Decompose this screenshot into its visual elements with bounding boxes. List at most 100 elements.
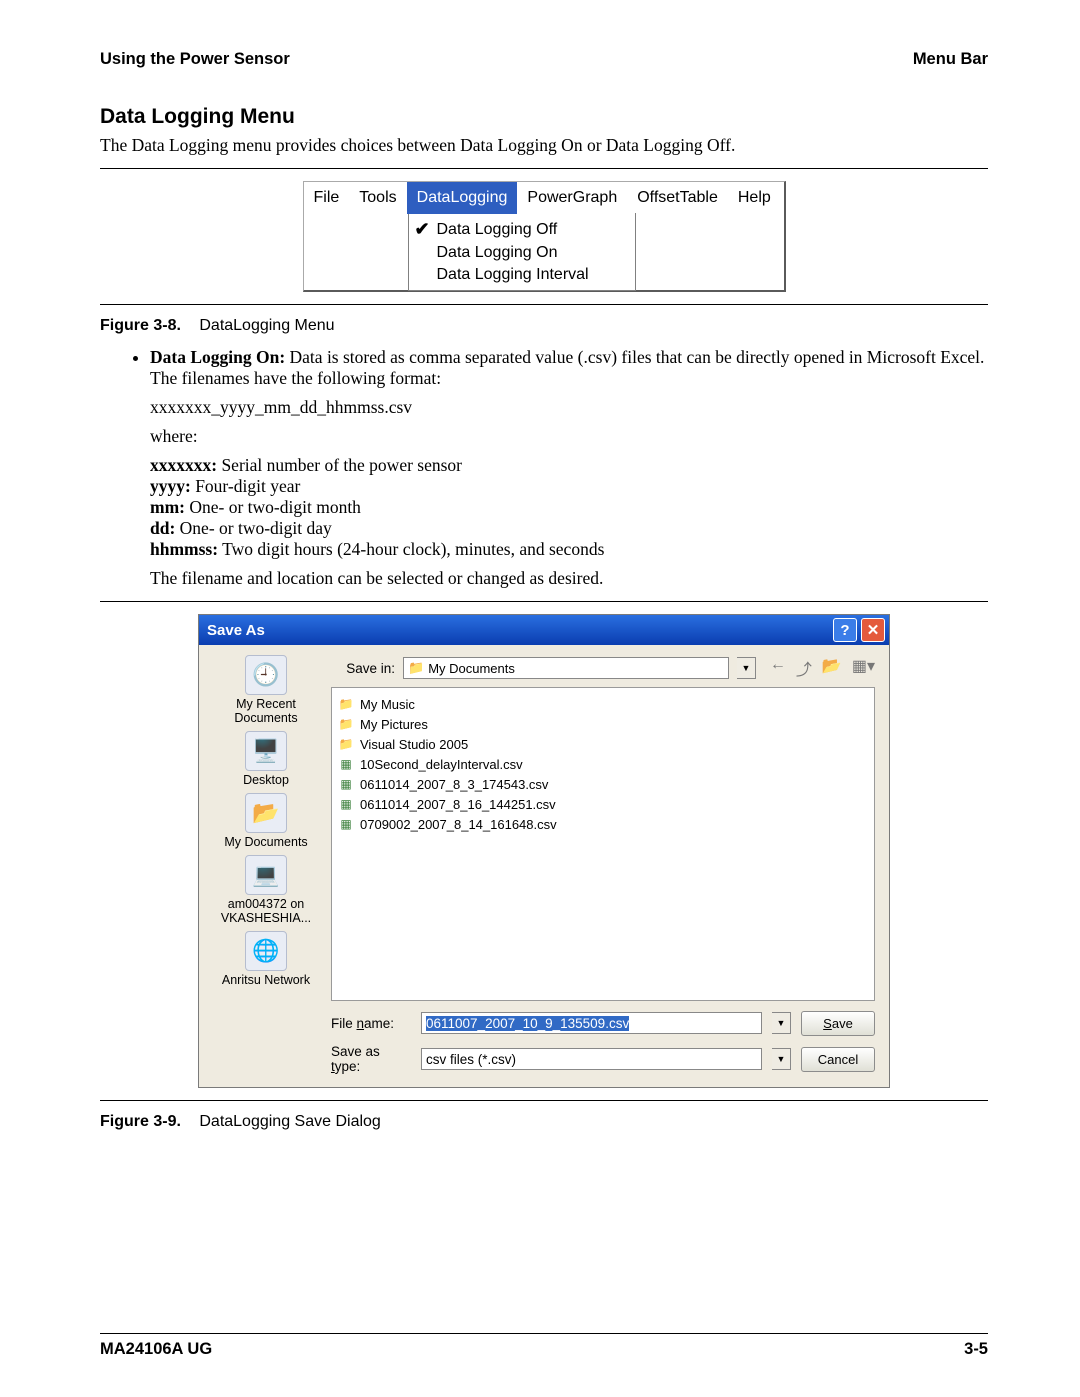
field-val: One- or two-digit month xyxy=(185,497,361,517)
datalogging-menu-figure: FileToolsDataLoggingPowerGraphOffsetTabl… xyxy=(303,181,786,292)
figure-label: Figure 3-8. xyxy=(100,317,181,334)
menu-powergraph[interactable]: PowerGraph xyxy=(517,182,627,214)
menu-item-label: Data Logging On xyxy=(437,244,558,262)
check-icon: ✔ xyxy=(415,219,437,240)
filename-input[interactable]: 0611007_2007_10_9_135509.csv xyxy=(421,1012,762,1034)
menu-item-data-logging-on[interactable]: Data Logging On xyxy=(409,242,635,264)
figure-caption-2: Figure 3-9. DataLogging Save Dialog xyxy=(100,1113,988,1131)
where-label: where: xyxy=(150,426,988,447)
newfolder-icon[interactable]: 📂 xyxy=(822,656,842,680)
file-icon: ▦ xyxy=(338,816,354,832)
place-am004372-on-vkasheshia-[interactable]: 💻am004372 on VKASHESHIA... xyxy=(213,855,319,925)
filetype-dropdown[interactable]: ▼ xyxy=(772,1048,791,1070)
field-key: dd: xyxy=(150,518,175,538)
folder-icon: 📁 xyxy=(338,736,354,752)
views-icon[interactable]: ▦▾ xyxy=(852,656,875,680)
menu-item-data-logging-off[interactable]: ✔Data Logging Off xyxy=(409,217,635,242)
help-button[interactable]: ? xyxy=(833,618,857,642)
list-item[interactable]: ▦ 0611014_2007_8_3_174543.csv xyxy=(338,774,868,794)
dialog-title: Save As xyxy=(207,622,265,639)
field-val: Four-digit year xyxy=(191,476,301,496)
figure-text: DataLogging Save Dialog xyxy=(199,1113,380,1130)
figure-caption-1: Figure 3-8. DataLogging Menu xyxy=(100,317,988,335)
menu-datalogging[interactable]: DataLogging xyxy=(407,182,518,214)
filename-label: File name: xyxy=(331,1016,411,1031)
footer-page-no: 3-5 xyxy=(964,1340,988,1359)
rule xyxy=(100,168,988,169)
menu-help[interactable]: Help xyxy=(728,182,781,214)
list-item[interactable]: 📁 My Pictures xyxy=(338,714,868,734)
file-icon: ▦ xyxy=(338,776,354,792)
section-heading: Data Logging Menu xyxy=(100,105,988,129)
file-name: My Music xyxy=(360,697,415,712)
figure-text: DataLogging Menu xyxy=(199,317,334,334)
field-val: One- or two-digit day xyxy=(175,518,332,538)
savein-label: Save in: xyxy=(331,661,395,676)
file-name: 0611014_2007_8_3_174543.csv xyxy=(360,777,548,792)
place-icon: 🌐 xyxy=(245,931,287,971)
folder-icon: 📁 xyxy=(338,696,354,712)
file-name: My Pictures xyxy=(360,717,428,732)
file-name: 10Second_delayInterval.csv xyxy=(360,757,523,772)
place-anritsu-network[interactable]: 🌐 Anritsu Network xyxy=(213,931,319,987)
cancel-button[interactable]: Cancel xyxy=(801,1047,875,1072)
field-val: Two digit hours (24-hour clock), minutes… xyxy=(218,539,604,559)
fields-block: xxxxxxx: Serial number of the power sens… xyxy=(150,455,988,560)
file-list[interactable]: 📁 My Music 📁 My Pictures 📁 Visual Studio 2005… xyxy=(331,687,875,1001)
close-button[interactable]: ✕ xyxy=(861,618,885,642)
savein-combo[interactable]: 📁 My Documents xyxy=(403,657,729,679)
list-item[interactable]: 📁 Visual Studio 2005 xyxy=(338,734,868,754)
up-icon[interactable]: ⤴ xyxy=(796,656,812,680)
place-label: am004372 on VKASHESHIA... xyxy=(213,897,319,925)
place-desktop[interactable]: 🖥️ Desktop xyxy=(213,731,319,787)
field-key: yyyy: xyxy=(150,476,191,496)
place-icon: 📂 xyxy=(245,793,287,833)
file-name: Visual Studio 2005 xyxy=(360,737,468,752)
savein-dropdown-button[interactable]: ▼ xyxy=(737,657,756,679)
menu-tools[interactable]: Tools xyxy=(349,182,406,214)
folder-icon: 📁 xyxy=(338,716,354,732)
save-button[interactable]: Save xyxy=(801,1011,875,1036)
place-icon: 🕘 xyxy=(245,655,287,695)
figure-label: Figure 3-9. xyxy=(100,1113,181,1130)
bullet-datalogging-on: Data Logging On: Data is stored as comma… xyxy=(150,347,988,389)
field-val: Serial number of the power sensor xyxy=(217,455,462,475)
list-item[interactable]: 📁 My Music xyxy=(338,694,868,714)
menu-item-data-logging-interval[interactable]: Data Logging Interval xyxy=(409,264,635,286)
titlebar[interactable]: Save As ? ✕ xyxy=(199,615,889,645)
list-item[interactable]: ▦ 0709002_2007_8_14_161648.csv xyxy=(338,814,868,834)
menu-item-label: Data Logging Interval xyxy=(437,266,589,284)
field-key: mm: xyxy=(150,497,185,517)
place-label: Anritsu Network xyxy=(222,973,310,987)
rule xyxy=(100,304,988,305)
field-key: xxxxxxx: xyxy=(150,455,217,475)
list-item[interactable]: ▦ 10Second_delayInterval.csv xyxy=(338,754,868,774)
filetype-input[interactable]: csv files (*.csv) xyxy=(421,1048,762,1070)
rule xyxy=(100,1100,988,1101)
filename-dropdown[interactable]: ▼ xyxy=(772,1012,791,1034)
place-icon: 💻 xyxy=(245,855,287,895)
header-left: Using the Power Sensor xyxy=(100,50,290,69)
file-icon: ▦ xyxy=(338,796,354,812)
bullet-lead: Data Logging On: xyxy=(150,347,285,367)
file-icon: ▦ xyxy=(338,756,354,772)
place-label: My Recent Documents xyxy=(213,697,319,725)
closing-text: The filename and location can be selecte… xyxy=(150,568,988,589)
place-label: Desktop xyxy=(243,773,289,787)
menu-item-label: Data Logging Off xyxy=(437,221,558,239)
back-icon[interactable]: ← xyxy=(770,656,786,680)
place-my-documents[interactable]: 📂 My Documents xyxy=(213,793,319,849)
place-icon: 🖥️ xyxy=(245,731,287,771)
rule xyxy=(100,601,988,602)
header-right: Menu Bar xyxy=(913,50,988,69)
menu-offsettable[interactable]: OffsetTable xyxy=(627,182,728,214)
filename-pattern: xxxxxxx_yyyy_mm_dd_hhmmss.csv xyxy=(150,397,988,418)
menu-file[interactable]: File xyxy=(304,182,350,214)
file-name: 0709002_2007_8_14_161648.csv xyxy=(360,817,557,832)
save-as-dialog: Save As ? ✕ 🕘My Recent Documents 🖥️ Deskto… xyxy=(198,614,890,1088)
list-item[interactable]: ▦0611014_2007_8_16_144251.csv xyxy=(338,794,868,814)
footer-doc-id: MA24106A UG xyxy=(100,1340,212,1359)
intro-text: The Data Logging menu provides choices b… xyxy=(100,135,988,156)
place-label: My Documents xyxy=(224,835,307,849)
place-my-recent-documents[interactable]: 🕘My Recent Documents xyxy=(213,655,319,725)
